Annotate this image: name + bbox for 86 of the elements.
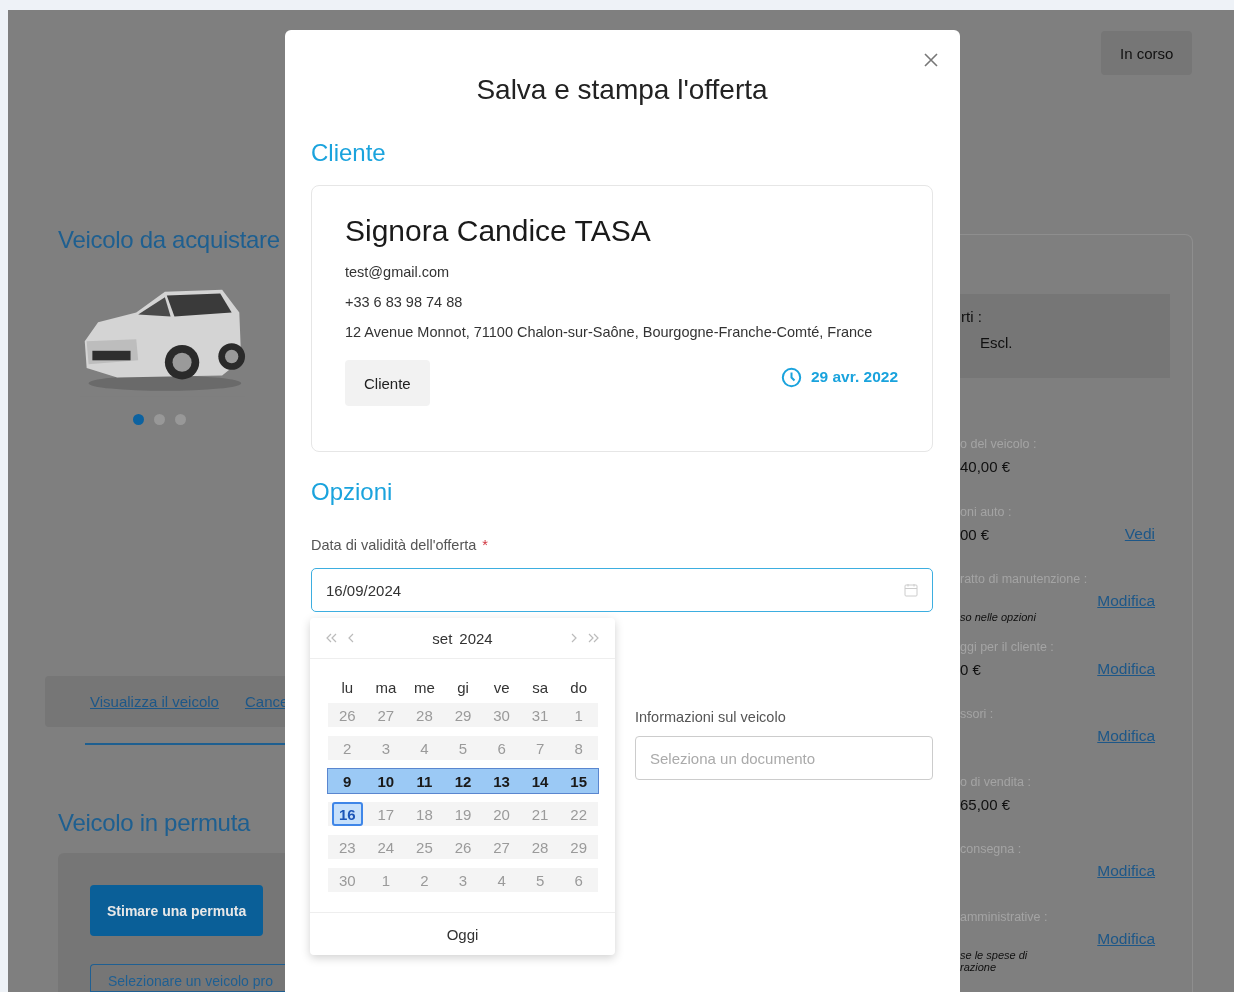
- note: so nelle opzioni: [960, 611, 1036, 623]
- weekday-label: lu: [340, 678, 355, 696]
- day-cell-text: 20: [492, 804, 511, 825]
- weekday-label: do: [569, 678, 589, 696]
- day-cell[interactable]: 9: [328, 769, 367, 793]
- day-cell-text: 31: [530, 705, 550, 726]
- day-cell[interactable]: 16: [332, 802, 363, 826]
- day-cell-text: 5: [457, 738, 469, 759]
- day-cell-text: 26: [337, 705, 357, 726]
- day-cell-text: 21: [530, 804, 550, 825]
- weekday-label: gi: [456, 678, 470, 696]
- weekday-label: ma: [374, 678, 398, 696]
- section-title: Veicolo in permuta: [58, 809, 252, 837]
- weekday-label: me: [413, 678, 436, 696]
- day-cell[interactable]: 10: [366, 769, 406, 793]
- double-chevron-left-icon[interactable]: [324, 631, 338, 645]
- day-cell-text: 29: [453, 705, 473, 726]
- clock-icon: [780, 366, 802, 388]
- day-cell[interactable]: 12: [443, 769, 483, 793]
- close-icon[interactable]: [923, 52, 939, 68]
- day-cell-text: 18: [415, 804, 434, 825]
- day-cell-text: 5: [534, 870, 546, 891]
- day-cell-text: 19: [453, 804, 473, 825]
- day-cell-text: 25: [415, 837, 434, 858]
- day-cell-text: 17: [376, 804, 396, 825]
- section-heading: Opzioni: [311, 478, 394, 506]
- today-button[interactable]: Oggi: [446, 925, 479, 943]
- day-cell-text: 30: [337, 870, 357, 891]
- day-cell-text: 22: [569, 804, 589, 825]
- field-value: 40,00 €: [960, 458, 1011, 475]
- day-cell[interactable]: 13: [482, 769, 521, 793]
- year-button[interactable]: 2024: [459, 629, 493, 647]
- day-cell-text: 8: [573, 738, 584, 759]
- day-cell-text: 4: [496, 870, 507, 891]
- field-value: 0 €: [960, 660, 981, 678]
- section-heading: Cliente: [311, 139, 387, 167]
- field-value: Escl.: [980, 334, 1013, 351]
- day-cell-text: 24: [376, 837, 396, 858]
- day-cell-text: 27: [492, 837, 511, 858]
- weekday-label: ve: [492, 678, 511, 696]
- day-cell-text: 30: [492, 705, 511, 726]
- client-date: 29 avr. 2022: [810, 368, 898, 386]
- field-label: Informazioni sul veicolo: [635, 709, 787, 725]
- section-title: Veicolo da acquistare: [58, 226, 281, 254]
- double-chevron-right-icon[interactable]: [587, 631, 601, 645]
- day-cell-text: 3: [380, 738, 391, 759]
- client-tag: Cliente: [345, 360, 430, 406]
- field-label: Data di validità dell'offerta: [311, 537, 477, 553]
- field-value: 00 €: [960, 525, 990, 543]
- field-value: 65,00 €: [960, 795, 1011, 813]
- field-label: rti :: [961, 308, 982, 325]
- calendar-icon: [904, 583, 918, 597]
- day-cell[interactable]: 11: [405, 769, 444, 793]
- day-cell-text: 6: [573, 870, 584, 891]
- day-cell-text: 6: [496, 738, 507, 759]
- day-cell-text: 1: [573, 705, 584, 726]
- day-cell-text: 28: [530, 837, 550, 858]
- client-address: 12 Avenue Monnot, 71100 Chalon-sur-Saône, Bourgogne-Franche-Comté, France: [345, 324, 874, 340]
- date-field[interactable]: 16/09/2024: [311, 568, 933, 612]
- day-cell[interactable]: 15: [559, 769, 598, 793]
- day-cell-text: 4: [419, 738, 430, 759]
- month-button[interactable]: set: [432, 629, 453, 647]
- day-cell[interactable]: 14: [520, 769, 560, 793]
- client-email: test@gmail.com: [345, 264, 451, 280]
- status-button[interactable]: In corso: [1101, 31, 1193, 75]
- day-cell-text: 29: [569, 837, 589, 858]
- day-cell-text: 7: [534, 738, 546, 759]
- weekday-label: sa: [531, 678, 550, 696]
- dialog-title: Salva e stampa l'offerta: [475, 74, 769, 106]
- client-phone: +33 6 83 98 74 88: [345, 294, 464, 310]
- estimate-button[interactable]: Stimare una permuta: [90, 885, 264, 936]
- day-cell-text: 23: [337, 837, 357, 858]
- day-cell-text: 1: [380, 870, 391, 891]
- day-cell-text: 26: [453, 837, 473, 858]
- document-select[interactable]: Seleziona un documento: [635, 736, 933, 780]
- carousel-dot[interactable]: [154, 413, 165, 425]
- day-cell-text: 3: [457, 870, 469, 891]
- required-mark: *: [482, 537, 488, 553]
- day-cell-text: 2: [342, 738, 353, 759]
- carousel-dot[interactable]: [175, 413, 186, 425]
- note: se le spese di razione: [960, 948, 1028, 973]
- carousel-dot[interactable]: [133, 413, 144, 425]
- client-name: Signora Candice TASA: [345, 214, 652, 248]
- day-cell-text: 2: [419, 870, 430, 891]
- day-cell-text: 27: [376, 705, 396, 726]
- day-cell-text: 28: [415, 705, 434, 726]
